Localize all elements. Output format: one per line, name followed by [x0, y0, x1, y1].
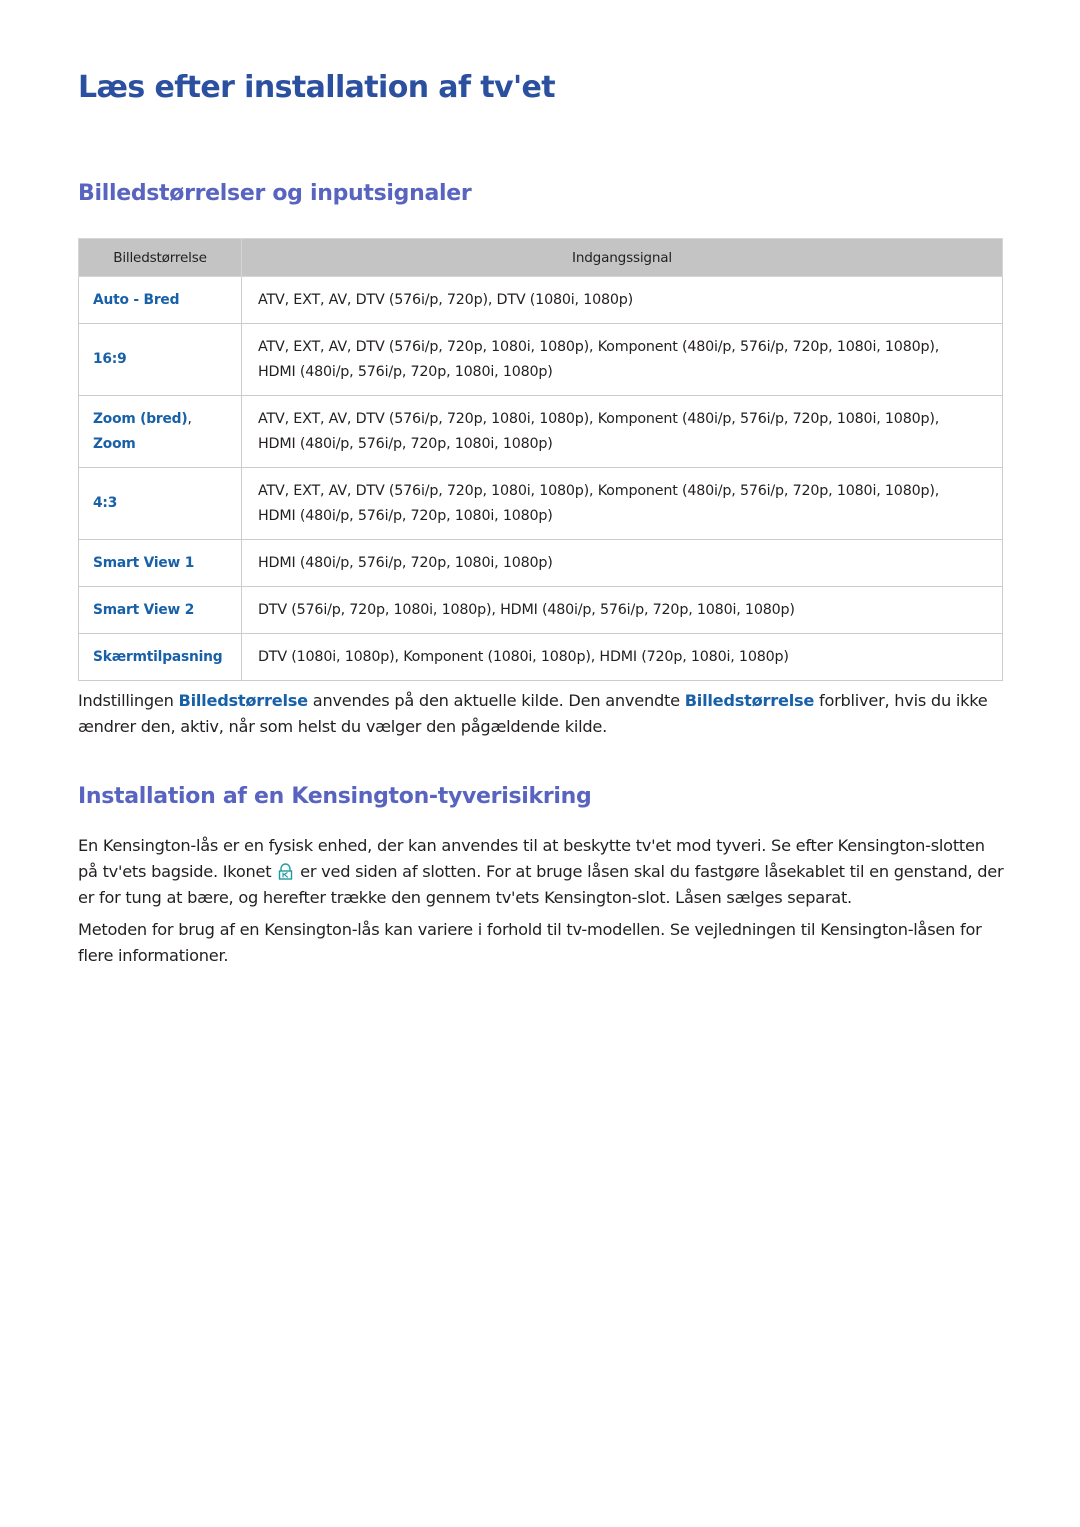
page-title: Læs efter installation af tv'et: [78, 70, 556, 105]
picture-size-cell: 4:3: [78, 467, 242, 540]
input-signal-line: ATV, EXT, AV, DTV (576i/p, 720p), DTV (1…: [258, 291, 634, 308]
table-row: Smart View 1 HDMI (480i/p, 576i/p, 720p, …: [78, 539, 1003, 587]
picture-size-term: Billedstørrelse: [178, 691, 308, 710]
picture-size-option: 16:9: [93, 351, 127, 367]
picture-size-option: Smart View 2: [93, 601, 195, 618]
input-signal-cell: ATV, EXT, AV, DTV (576i/p, 720p), DTV (1…: [241, 276, 1003, 324]
input-signal-cell: ATV, EXT, AV, DTV (576i/p, 720p, 1080i, …: [241, 395, 1003, 468]
picture-size-cell: Auto - Bred: [78, 276, 242, 324]
picture-size-option: Zoom (bred): [93, 410, 188, 427]
section-heading-picture-size: Billedstørrelser og inputsignaler: [78, 181, 472, 206]
note-text: anvendes på den aktuelle kilde. Den anve…: [307, 691, 685, 710]
table-row: Auto - Bred ATV, EXT, AV, DTV (576i/p, 72…: [78, 276, 1003, 324]
input-signal-cell: DTV (576i/p, 720p, 1080i, 1080p), HDMI (…: [241, 586, 1003, 634]
table-row: 16:9 ATV, EXT, AV, DTV (576i/p, 720p, 108…: [78, 323, 1003, 396]
kensington-paragraph-1: En Kensington-lås er en fysisk enhed, de…: [78, 833, 1008, 911]
input-signal-line: ATV, EXT, AV, DTV (576i/p, 720p, 1080i, …: [258, 410, 940, 427]
separator: ,: [187, 410, 192, 427]
input-signal-cell: ATV, EXT, AV, DTV (576i/p, 720p, 1080i, …: [241, 323, 1003, 396]
input-signal-line: HDMI (480i/p, 576i/p, 720p, 1080i, 1080p…: [258, 435, 553, 452]
kensington-lock-icon: [278, 862, 293, 880]
input-signal-line: DTV (576i/p, 720p, 1080i, 1080p), HDMI (…: [258, 601, 795, 618]
input-signal-line: DTV (1080i, 1080p), Komponent (1080i, 10…: [258, 648, 789, 665]
picture-size-cell: Zoom (bred), Zoom: [78, 395, 242, 468]
note-text: Indstillingen: [78, 691, 179, 710]
input-signal-line: ATV, EXT, AV, DTV (576i/p, 720p, 1080i, …: [258, 338, 940, 355]
picture-size-cell: Smart View 1: [78, 539, 242, 587]
picture-size-option: Zoom: [93, 435, 136, 452]
picture-size-option: Smart View 1: [93, 554, 195, 571]
column-header-picture-size: Billedstørrelse: [78, 238, 242, 277]
picture-size-table: Billedstørrelse Indgangssignal Auto - Br…: [78, 238, 1003, 681]
table-row: 4:3 ATV, EXT, AV, DTV (576i/p, 720p, 1080…: [78, 467, 1003, 540]
input-signal-cell: ATV, EXT, AV, DTV (576i/p, 720p, 1080i, …: [241, 467, 1003, 540]
picture-size-cell: Skærmtilpasning: [78, 633, 242, 681]
column-header-input-signal: Indgangssignal: [241, 238, 1003, 277]
picture-size-option: 4:3: [93, 495, 118, 511]
picture-size-term: Billedstørrelse: [684, 691, 815, 710]
picture-size-cell: Smart View 2: [78, 586, 242, 634]
kensington-paragraph-2: Metoden for brug af en Kensington-lås ka…: [78, 920, 982, 965]
input-signal-line: HDMI (480i/p, 576i/p, 720p, 1080i, 1080p…: [258, 554, 553, 571]
picture-size-cell: 16:9: [78, 323, 242, 396]
table-header-row: Billedstørrelse Indgangssignal: [78, 238, 1003, 277]
table-row: Smart View 2 DTV (576i/p, 720p, 1080i, 10…: [78, 586, 1003, 634]
input-signal-line: HDMI (480i/p, 576i/p, 720p, 1080i, 1080p…: [258, 363, 553, 380]
input-signal-line: ATV, EXT, AV, DTV (576i/p, 720p, 1080i, …: [258, 482, 940, 499]
table-row: Skærmtilpasning DTV (1080i, 1080p), Kompo…: [78, 633, 1003, 681]
input-signal-cell: DTV (1080i, 1080p), Komponent (1080i, 10…: [241, 633, 1003, 681]
table-row: Zoom (bred), Zoom ATV, EXT, AV, DTV (576i/…: [78, 395, 1003, 468]
picture-size-option: Skærmtilpasning: [93, 648, 223, 665]
input-signal-cell: HDMI (480i/p, 576i/p, 720p, 1080i, 1080p…: [241, 539, 1003, 587]
input-signal-line: HDMI (480i/p, 576i/p, 720p, 1080i, 1080p…: [258, 507, 553, 524]
picture-size-note: Indstillingen Billedstørrelse anvendes p…: [78, 688, 1008, 740]
section-heading-kensington: Installation af en Kensington-tyverisikr…: [78, 784, 592, 809]
picture-size-option: Auto - Bred: [93, 291, 180, 308]
